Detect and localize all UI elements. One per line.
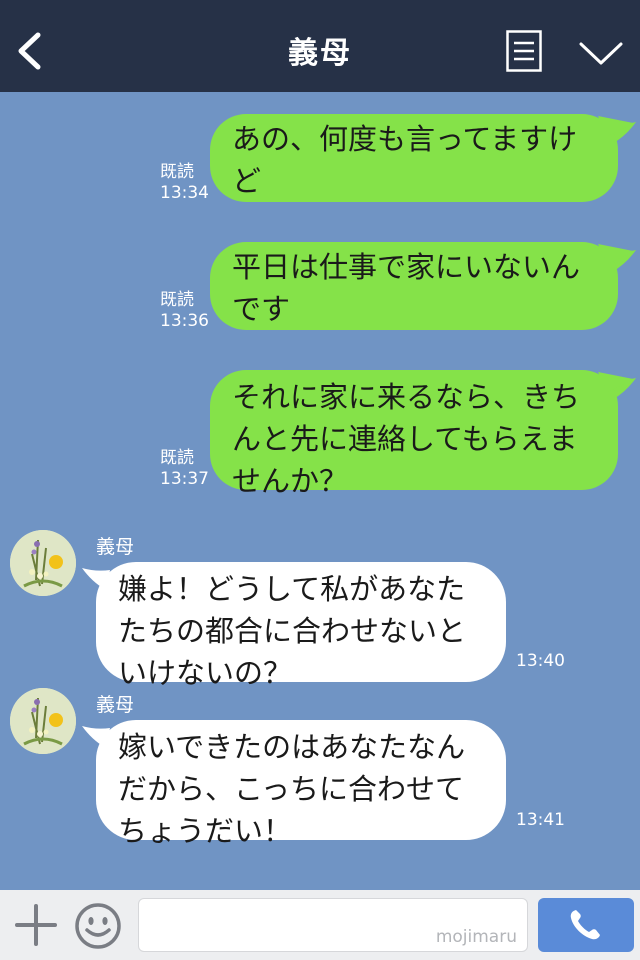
chat-header: 義母 <box>0 0 640 92</box>
outgoing-message[interactable]: それに家に来るなら、きち んと先に連絡してもらえま せんか？ <box>210 370 618 498</box>
message-time: 13:40 <box>516 651 565 671</box>
message-time: 13:41 <box>516 810 565 830</box>
flower-icon <box>10 688 76 754</box>
watermark: mojimaru <box>435 927 517 947</box>
chevron-down-icon[interactable] <box>578 38 624 68</box>
read-receipt: 既読 13:37 <box>160 448 209 489</box>
read-receipt: 既読 13:34 <box>160 162 209 203</box>
plus-icon[interactable] <box>14 903 58 947</box>
message-input[interactable]: mojimaru <box>138 898 528 952</box>
phone-icon <box>570 910 600 940</box>
message-list[interactable]: 既読 13:34 あの、何度も言ってますけど 既読 13:36 平日は仕事で家にいな… <box>0 92 640 890</box>
outgoing-message[interactable]: 平日は仕事で家にいないん です <box>210 242 618 330</box>
outgoing-message[interactable]: あの、何度も言ってますけど <box>210 114 618 202</box>
sender-name: 義母 <box>96 536 135 558</box>
emoji-icon[interactable] <box>74 902 122 950</box>
read-receipt: 既読 13:36 <box>160 290 209 331</box>
flower-icon <box>10 530 76 596</box>
chat-title: 義母 <box>288 36 352 71</box>
incoming-message[interactable]: 嫁いできたのはあなたなん だから、こっちに合わせて ちょうだい！ <box>96 720 506 848</box>
input-bar: mojimaru <box>0 890 640 960</box>
avatar[interactable] <box>10 530 76 596</box>
avatar[interactable] <box>10 688 76 754</box>
incoming-message[interactable]: 嫌よ！どうして私があなた たちの都合に合わせないと いけないの？ <box>96 562 506 690</box>
call-button[interactable] <box>538 898 634 952</box>
menu-icon[interactable] <box>506 30 542 72</box>
sender-name: 義母 <box>96 694 135 716</box>
